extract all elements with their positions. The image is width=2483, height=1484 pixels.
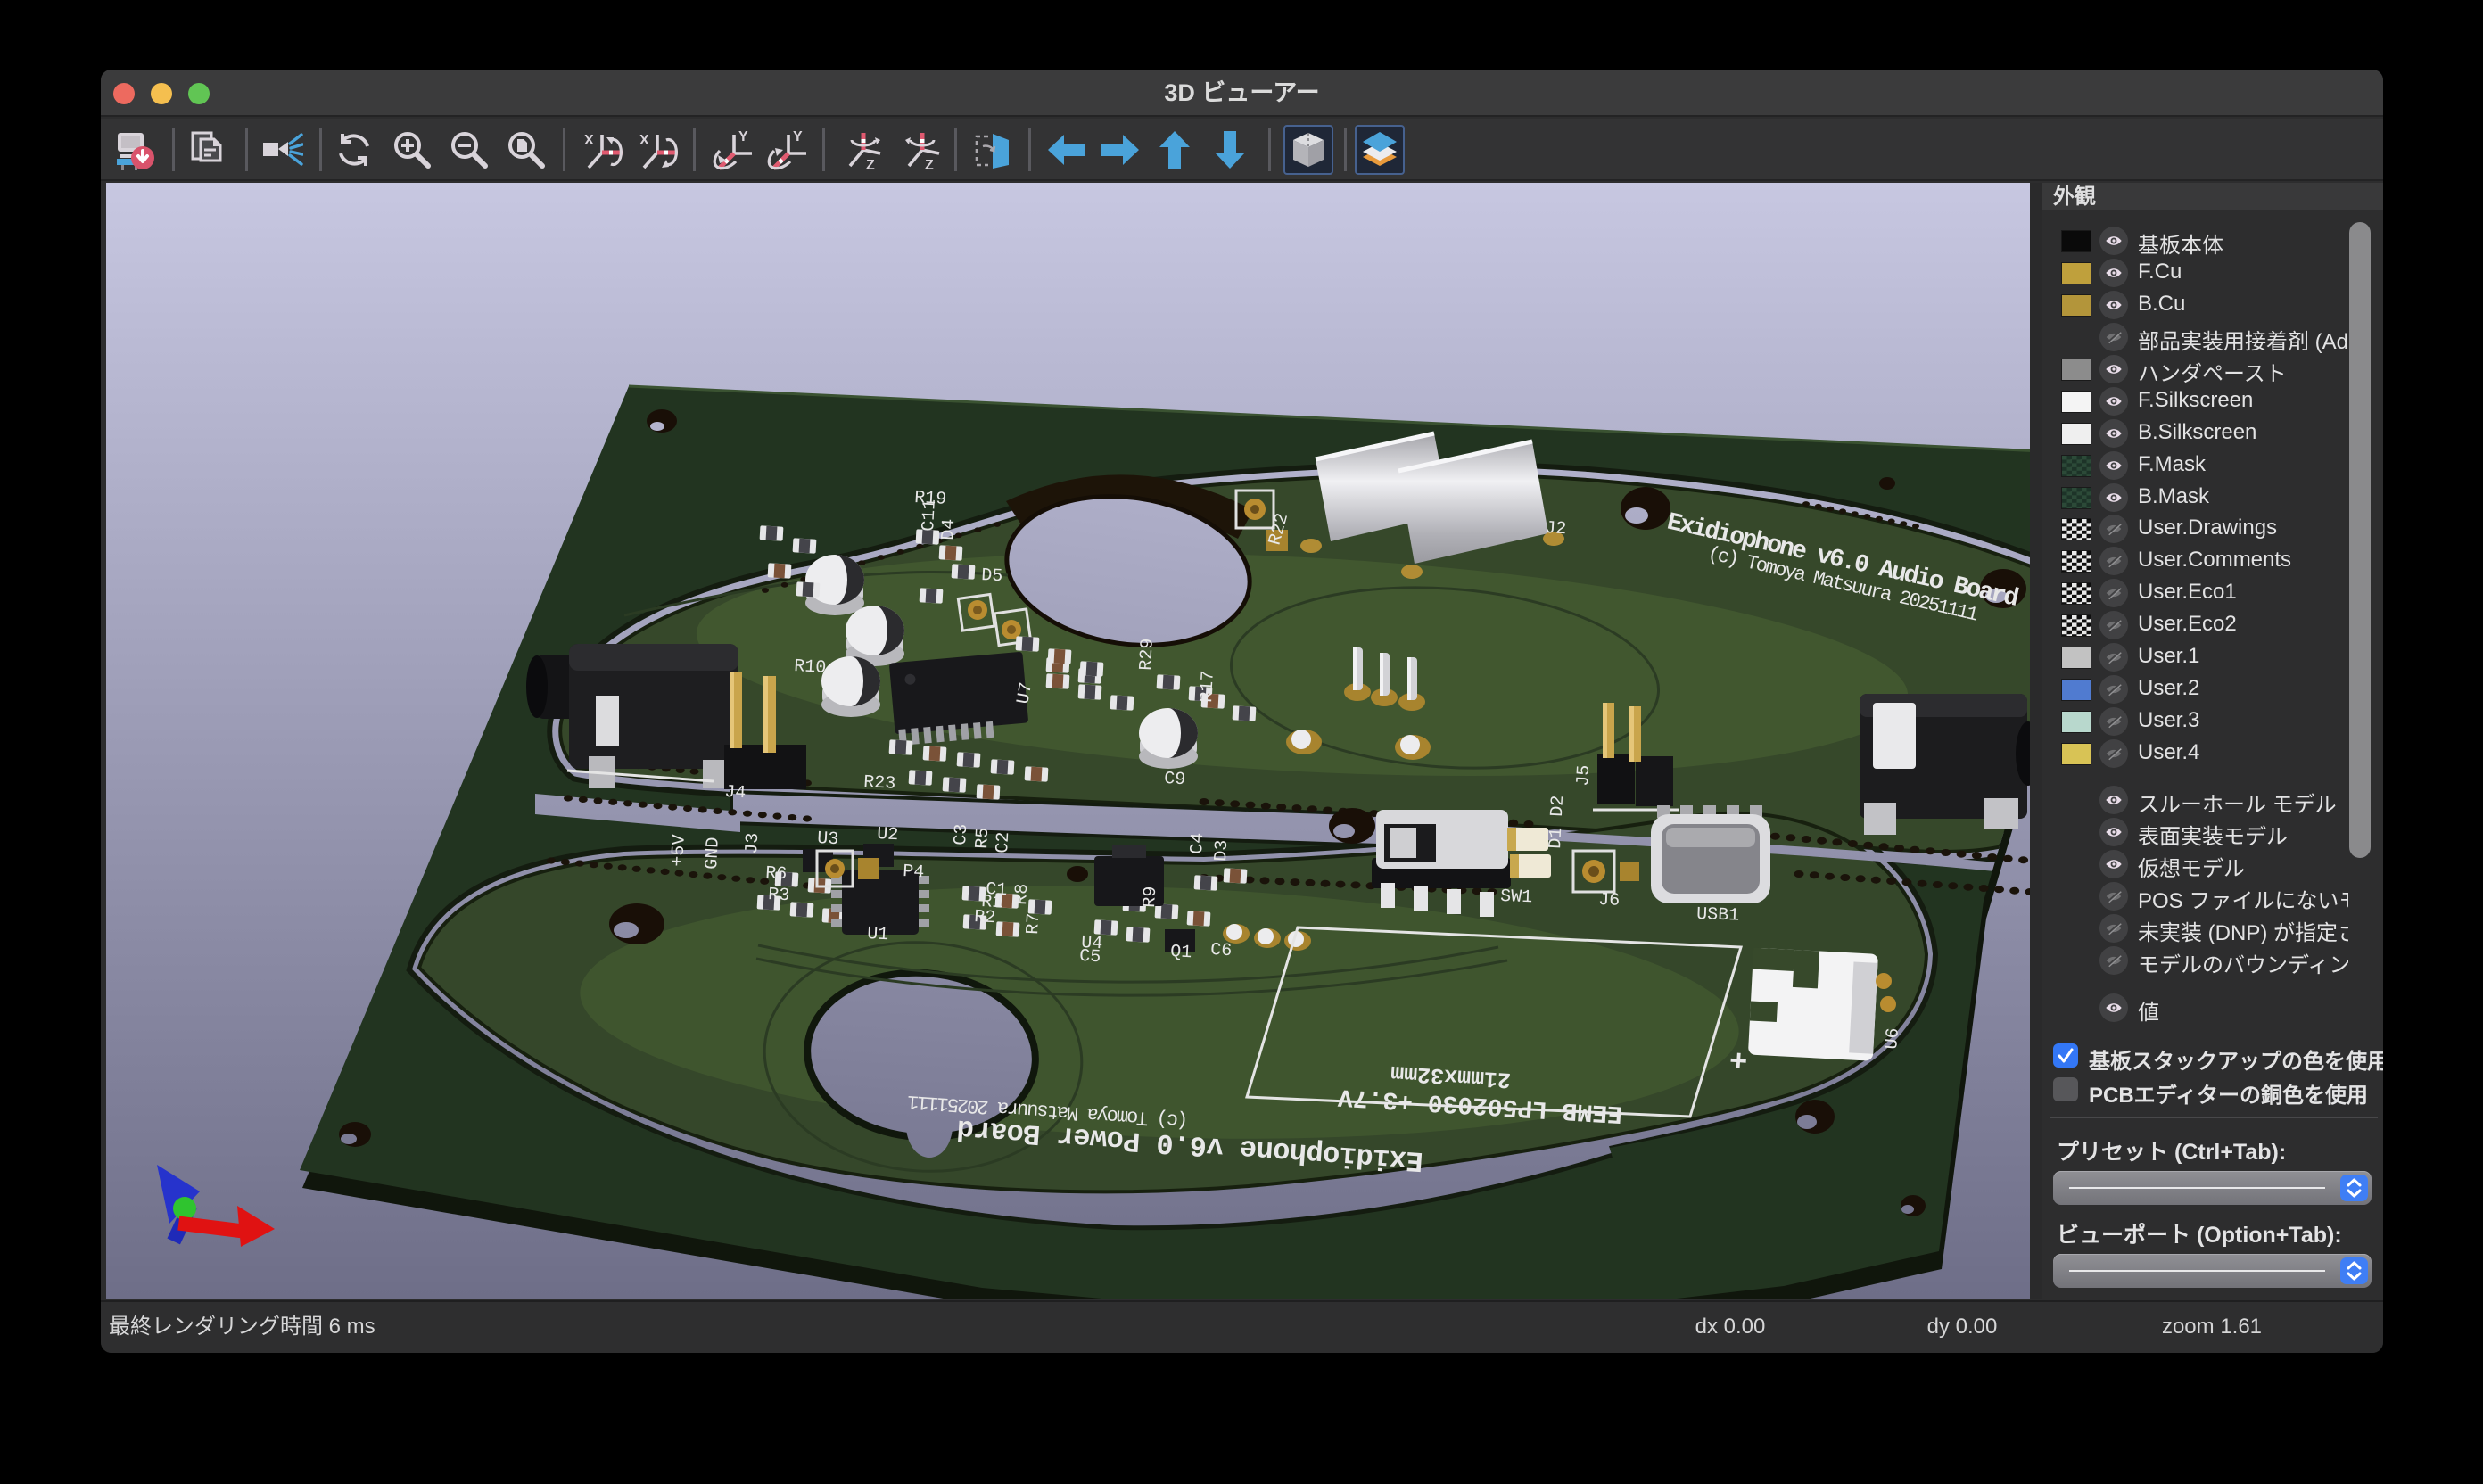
svg-text:U3: U3 — [817, 829, 839, 850]
svg-text:X: X — [639, 133, 649, 148]
svg-text:J3: J3 — [742, 832, 763, 854]
svg-text:Q1: Q1 — [1170, 942, 1192, 963]
svg-text:U6: U6 — [1882, 1027, 1904, 1051]
svg-text:J2: J2 — [1545, 518, 1567, 540]
svg-text:R8: R8 — [1011, 883, 1033, 905]
svg-text:C3: C3 — [951, 823, 972, 845]
svg-text:R29: R29 — [1136, 638, 1159, 671]
svg-text:C9: C9 — [1164, 769, 1186, 790]
svg-text:R3: R3 — [768, 885, 790, 906]
svg-text:U1: U1 — [867, 924, 889, 945]
svg-text:U7: U7 — [1013, 681, 1037, 706]
svg-text:Y: Y — [793, 129, 803, 144]
svg-text:D4: D4 — [938, 518, 960, 540]
svg-text:R23: R23 — [863, 772, 896, 795]
svg-text:J6: J6 — [1598, 890, 1621, 911]
svg-text:Y: Y — [738, 129, 748, 144]
svg-text:J5: J5 — [1573, 764, 1595, 787]
svg-text:R6: R6 — [765, 863, 788, 885]
svg-text:C6: C6 — [1210, 940, 1233, 961]
svg-text:R9: R9 — [1140, 886, 1161, 908]
svg-text:USB1: USB1 — [1696, 904, 1740, 927]
svg-text:SW1: SW1 — [1500, 886, 1533, 908]
svg-text:+5V: +5V — [668, 834, 690, 867]
svg-text:R2: R2 — [974, 907, 996, 928]
svg-text:Z: Z — [866, 158, 875, 171]
svg-text:C2: C2 — [993, 831, 1014, 853]
svg-text:X: X — [584, 133, 594, 148]
svg-text:P4: P4 — [903, 862, 925, 883]
svg-text:C11: C11 — [919, 499, 941, 532]
svg-text:C4: C4 — [1187, 832, 1209, 854]
svg-text:Z: Z — [925, 158, 934, 171]
svg-text:R17: R17 — [1197, 670, 1219, 703]
svg-text:D3: D3 — [1211, 839, 1233, 862]
svg-text:J4: J4 — [724, 782, 747, 804]
svg-text:GND: GND — [702, 837, 724, 870]
svg-text:R10: R10 — [794, 656, 827, 679]
svg-text:U2: U2 — [877, 824, 899, 845]
svg-text:+: + — [1728, 1040, 1749, 1075]
svg-text:R7: R7 — [1023, 912, 1044, 935]
svg-text:D1 D2: D1 D2 — [1546, 795, 1569, 849]
svg-text:C5: C5 — [1079, 946, 1101, 968]
svg-text:R5: R5 — [972, 827, 994, 849]
svg-text:D5: D5 — [981, 565, 1003, 587]
